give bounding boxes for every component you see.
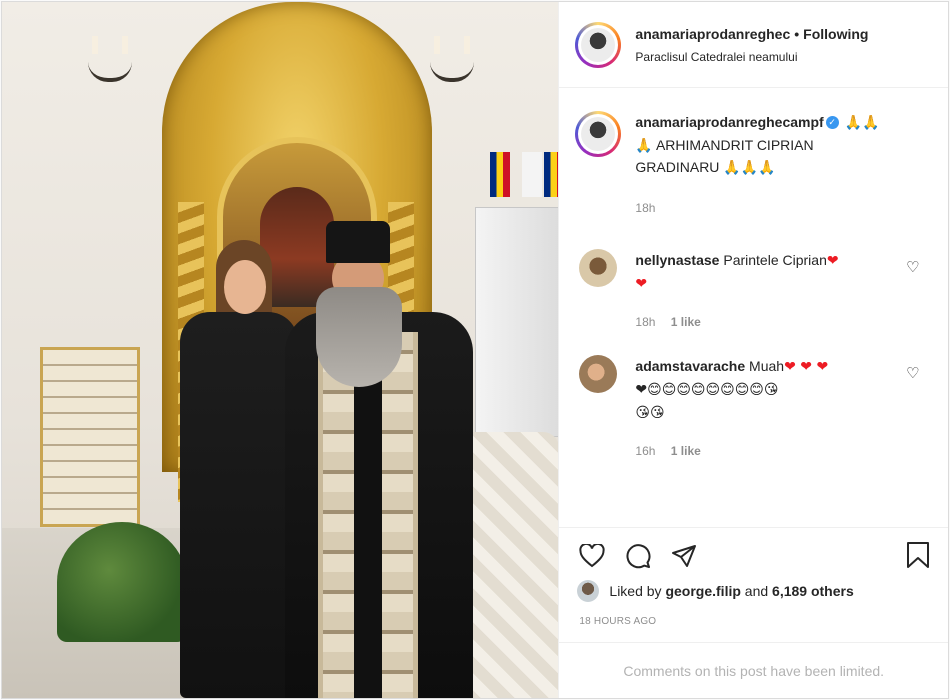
post-timestamp[interactable]: 18 HOURS AGO — [579, 616, 656, 627]
caption-avatar[interactable] — [575, 111, 622, 157]
candle — [464, 36, 470, 54]
comment-avatar[interactable] — [579, 249, 618, 287]
candle — [434, 36, 440, 54]
candle — [122, 36, 128, 54]
location-link[interactable]: Paraclisul Catedralei neamului — [635, 50, 868, 64]
air-conditioner — [475, 207, 559, 437]
comment-like-count[interactable]: 1 like — [671, 444, 701, 458]
comment-avatar[interactable] — [579, 355, 618, 393]
comment-emoji-line3: 😘😘 — [635, 405, 665, 421]
likes-conjunction: and — [744, 583, 769, 599]
priest-hat — [326, 221, 390, 263]
heart-outline-icon[interactable] — [577, 541, 607, 571]
comment-like-heart-icon[interactable]: ♡ — [906, 365, 922, 381]
comment-row: adamstavarache Muah❤ ❤ ❤ ❤😊😊😊😊😊😊😊😊😘 😘😘 1… — [559, 333, 948, 462]
caption-emoji: 🙏🙏 — [844, 115, 880, 131]
post-action-bar — [559, 527, 948, 583]
comment-hearts-line2: ❤ — [635, 276, 648, 292]
bookmark-icon[interactable] — [906, 541, 930, 574]
share-icon[interactable] — [669, 541, 699, 571]
comment-text: Parintele Ciprian — [723, 252, 827, 268]
comment-timestamp[interactable]: 16h — [635, 444, 655, 458]
avatar[interactable] — [575, 21, 622, 68]
comment-text: Muah — [749, 358, 785, 374]
comment-like-count[interactable]: 1 like — [671, 315, 701, 329]
likes-others-link[interactable]: 6,189 others — [772, 583, 854, 599]
post-photo[interactable] — [2, 2, 559, 698]
post-side-panel: anamariaprodanreghec • Following Paraclisu… — [558, 2, 948, 698]
lectern-with-cloth — [40, 347, 140, 527]
candle — [92, 36, 98, 54]
caption-text-line2: GRADINARU — [635, 159, 720, 175]
liker-avatar[interactable] — [577, 580, 600, 602]
avatar-image — [581, 27, 616, 62]
likes-summary: Liked by george.filip and 6,189 others — [577, 580, 854, 602]
woman-face — [224, 260, 266, 314]
liker-username[interactable]: george.filip — [665, 583, 740, 599]
separator-dot: • — [794, 25, 800, 42]
instagram-post-modal: anamariaprodanreghec • Following Paraclisu… — [1, 1, 949, 699]
comment-username[interactable]: nellynastase — [635, 252, 719, 268]
comment-timestamp[interactable]: 18h — [635, 315, 655, 329]
caption-username[interactable]: anamariaprodanreghecampf — [635, 114, 823, 130]
flag-romania — [490, 152, 510, 197]
flag-romania — [544, 152, 559, 197]
comments-list[interactable]: anamariaprodanreghecampf ✓ 🙏🙏 🙏 ARHIMANDRI… — [559, 89, 948, 526]
comment-icon[interactable] — [623, 541, 653, 571]
comment-hearts: ❤ ❤ ❤ — [784, 359, 829, 375]
post-header: anamariaprodanreghec • Following Paraclisu… — [559, 2, 948, 88]
comment-hearts: ❤ — [826, 253, 839, 269]
following-button[interactable]: Following — [803, 26, 868, 42]
verified-badge-icon: ✓ — [825, 115, 839, 129]
caption-text-line1: 🙏 ARHIMANDRIT CIPRIAN — [635, 137, 814, 153]
comment-emoji-line2: ❤😊😊😊😊😊😊😊😊😘 — [635, 382, 779, 398]
caption-emoji-end: 🙏🙏🙏 — [723, 160, 776, 176]
woman-black-suit — [180, 312, 298, 698]
comment-row: nellynastase Parintele Ciprian❤ ❤ 18h 1 … — [559, 219, 948, 333]
flag-white — [522, 152, 542, 197]
comment-like-heart-icon[interactable]: ♡ — [906, 259, 922, 275]
likes-prefix: Liked by — [609, 583, 662, 599]
comments-limited-notice: Comments on this post have been limited. — [559, 642, 948, 698]
comment-username[interactable]: adamstavarache — [635, 358, 745, 374]
potted-plants — [57, 522, 187, 642]
caption-timestamp[interactable]: 18h — [635, 201, 655, 215]
header-username[interactable]: anamariaprodanreghec — [635, 26, 790, 42]
caption: anamariaprodanreghecampf ✓ 🙏🙏 🙏 ARHIMANDRI… — [559, 89, 948, 219]
priest-beard — [316, 287, 402, 387]
